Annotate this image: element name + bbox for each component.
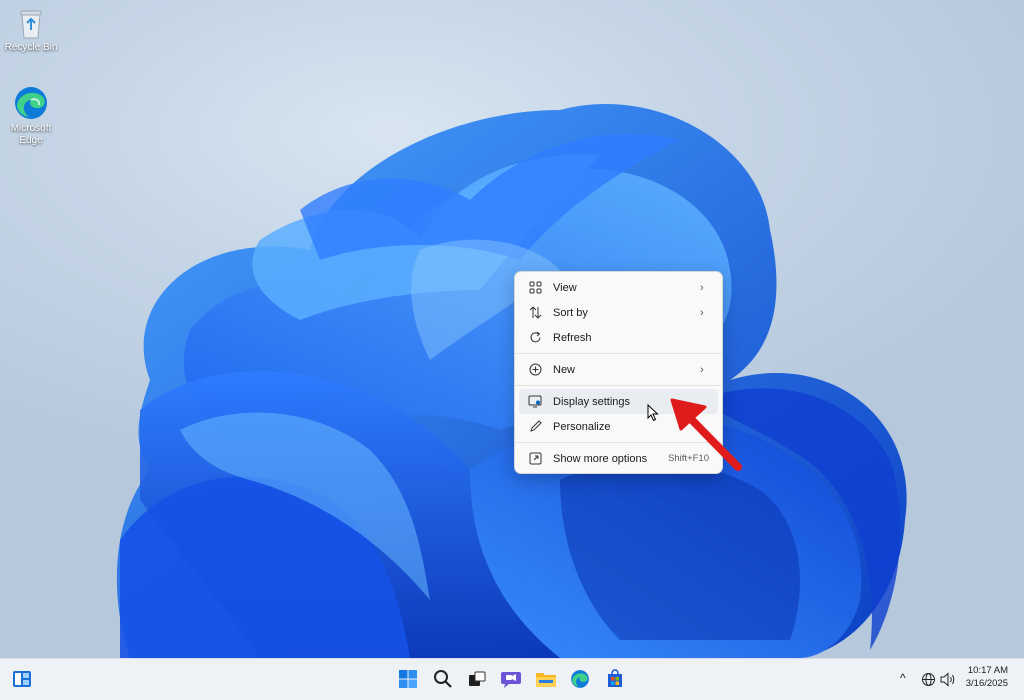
menu-separator — [515, 442, 722, 443]
menu-item-label: Personalize — [553, 420, 611, 433]
volume-icon[interactable] — [940, 672, 956, 687]
task-view-button[interactable] — [465, 667, 489, 691]
display-icon — [528, 395, 542, 409]
widgets-button[interactable] — [10, 667, 34, 691]
chevron-right-icon: › — [700, 363, 704, 376]
menu-item-new[interactable]: New › — [519, 357, 718, 382]
start-button[interactable] — [396, 667, 420, 691]
start-icon — [399, 670, 417, 688]
task-view-icon — [469, 671, 486, 686]
grid-icon — [528, 281, 542, 295]
desktop-icon-label: Recycle Bin — [4, 42, 58, 53]
desktop-icon-recycle-bin[interactable]: Recycle Bin — [0, 8, 62, 54]
desktop-icon-label: Microsoft Edge — [10, 123, 52, 146]
sort-icon — [528, 306, 542, 320]
recycle-bin-icon — [20, 10, 42, 39]
menu-item-label: Show more options — [553, 452, 648, 465]
desktop[interactable]: Recycle Bin Microsoft Edge — [0, 0, 1024, 658]
menu-item-personalize[interactable]: Personalize — [519, 414, 718, 439]
edge-icon — [15, 87, 47, 119]
edge-taskbar-button[interactable] — [568, 667, 592, 691]
network-icon[interactable] — [921, 672, 936, 687]
wallpaper-bloom — [116, 103, 907, 658]
chevron-right-icon: › — [700, 306, 704, 319]
pen-icon — [528, 420, 542, 434]
desktop-icon-edge[interactable]: Microsoft Edge — [0, 85, 62, 147]
menu-item-shortcut: Shift+F10 — [668, 453, 709, 464]
store-icon — [608, 669, 622, 687]
taskbar-clock[interactable]: 10:17 AM 3/16/2025 — [966, 664, 1008, 690]
file-explorer-button[interactable] — [534, 667, 558, 691]
widgets-icon — [13, 671, 31, 687]
store-button[interactable] — [603, 667, 627, 691]
chevron-right-icon: › — [700, 281, 704, 294]
menu-item-sort-by[interactable]: Sort by › — [519, 300, 718, 325]
menu-item-label: New — [553, 363, 576, 376]
plus-circle-icon — [528, 363, 542, 377]
desktop-context-menu: View › Sort by › Refresh New › Display s… — [514, 271, 723, 474]
menu-item-show-more-options[interactable]: Show more options Shift+F10 — [519, 446, 718, 471]
menu-item-label: Refresh — [553, 331, 592, 344]
clock-date: 3/16/2025 — [965, 678, 1008, 689]
menu-item-display-settings[interactable]: Display settings — [519, 389, 718, 414]
menu-item-label: Sort by — [553, 306, 588, 319]
menu-separator — [515, 385, 722, 386]
chat-icon — [501, 672, 521, 688]
menu-item-label: Display settings — [553, 395, 631, 408]
expand-icon — [528, 452, 542, 466]
menu-item-view[interactable]: View › — [519, 275, 718, 300]
refresh-icon — [528, 331, 542, 345]
tray-overflow-chevron[interactable]: ^ — [900, 671, 906, 685]
taskbar: ^ 10:17 AM 3/16/2025 — [0, 658, 1024, 700]
menu-item-label: View — [553, 281, 577, 294]
search-button[interactable] — [431, 667, 455, 691]
search-icon — [434, 670, 452, 688]
file-explorer-icon — [536, 673, 556, 687]
menu-separator — [515, 353, 722, 354]
menu-item-refresh[interactable]: Refresh — [519, 325, 718, 350]
clock-time: 10:17 AM — [967, 665, 1008, 676]
chat-button[interactable] — [499, 667, 523, 691]
edge-icon — [571, 670, 589, 688]
mouse-cursor-icon — [647, 404, 659, 422]
